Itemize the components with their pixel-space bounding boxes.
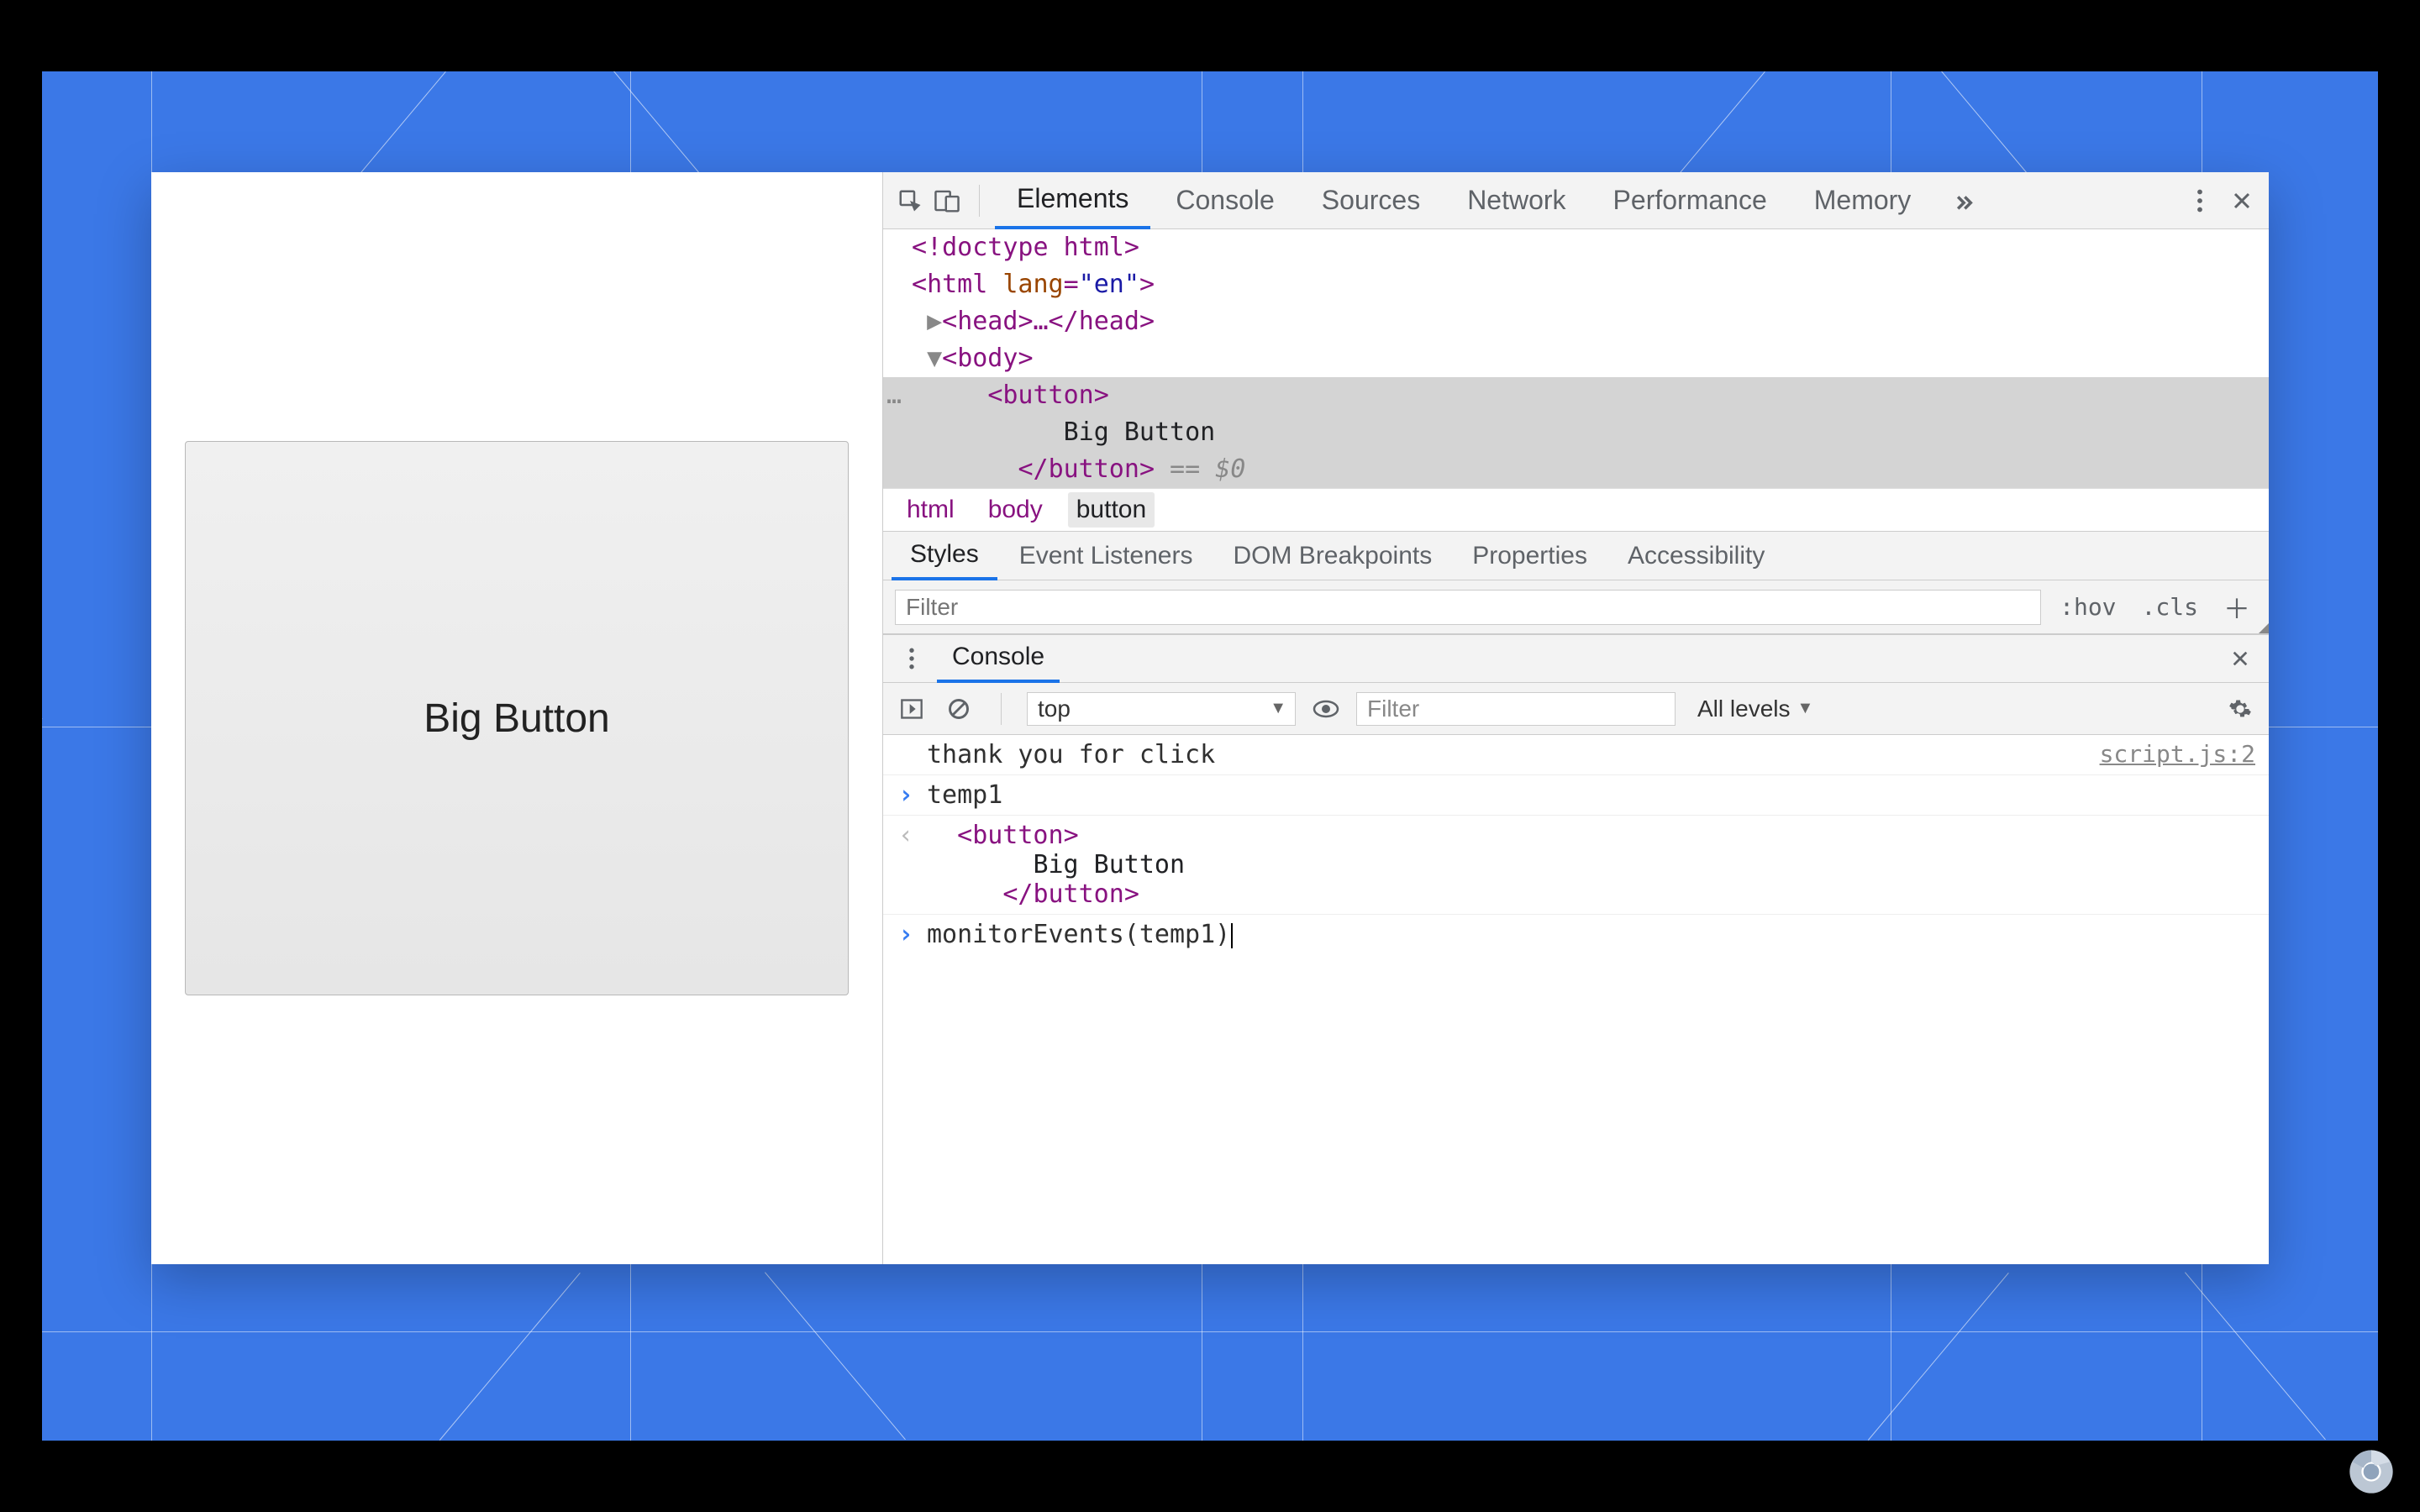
new-style-rule-icon[interactable]: ＋ — [2217, 588, 2257, 627]
dom-selected-line[interactable]: … <button> — [883, 377, 2269, 414]
dom-line[interactable]: ▼<body> — [883, 340, 2269, 377]
crumb-body[interactable]: body — [980, 492, 1051, 528]
separator — [979, 185, 980, 217]
diagonal-line — [1941, 71, 2039, 187]
chevron-down-icon: ▼ — [1797, 699, 1813, 718]
diagonal-line — [1667, 71, 1765, 188]
dom-line[interactable]: <!doctype html> — [883, 229, 2269, 266]
collapse-arrow-icon[interactable]: ▼ — [927, 344, 942, 373]
more-tabs-icon[interactable] — [1946, 184, 1980, 218]
close-icon[interactable] — [2225, 184, 2259, 218]
page-preview: Big Button — [151, 172, 882, 1264]
subtab-styles[interactable]: Styles — [892, 532, 997, 580]
console-result-row: </button> — [883, 879, 2269, 915]
gear-icon[interactable] — [2223, 692, 2257, 726]
separator — [1001, 693, 1002, 725]
console-output[interactable]: thank you for click script.js:2 › temp1 … — [883, 735, 2269, 1264]
hov-toggle[interactable]: :hov — [2053, 590, 2123, 624]
diagonal-line — [765, 1272, 906, 1440]
styles-filter-input[interactable] — [895, 590, 2041, 625]
console-log-row: thank you for click script.js:2 — [883, 735, 2269, 775]
styles-filter-row: :hov .cls ＋ — [883, 580, 2269, 634]
prompt-icon: › — [897, 920, 915, 949]
tab-sources[interactable]: Sources — [1300, 172, 1442, 229]
dom-line[interactable]: <html lang="en"> — [883, 266, 2269, 303]
diagonal-line — [439, 1273, 581, 1441]
subtab-event-listeners[interactable]: Event Listeners — [1001, 532, 1212, 580]
breadcrumb: html body button — [883, 488, 2269, 532]
resize-handle-icon[interactable] — [2259, 623, 2269, 633]
console-result: <button> — [927, 821, 2255, 850]
expand-arrow-icon[interactable]: ▶ — [927, 307, 942, 336]
subtab-accessibility[interactable]: Accessibility — [1609, 532, 1783, 580]
devtools-toolbar: Elements Console Sources Network Perform… — [883, 172, 2269, 229]
console-current-input[interactable]: monitorEvents(temp1) — [927, 920, 2255, 949]
grid-line — [42, 1331, 2378, 1332]
tab-elements[interactable]: Elements — [995, 172, 1150, 229]
kebab-menu-icon[interactable] — [2183, 184, 2217, 218]
crumb-button[interactable]: button — [1068, 492, 1155, 528]
console-toolbar: top ▼ Filter All levels ▼ — [883, 683, 2269, 735]
console-drawer-header: Console — [883, 634, 2269, 683]
result-icon: ‹ — [897, 821, 915, 850]
big-button[interactable]: Big Button — [185, 441, 849, 995]
prompt-icon: › — [897, 780, 915, 810]
console-prompt-row[interactable]: › monitorEvents(temp1) — [883, 915, 2269, 954]
clear-console-icon[interactable] — [942, 692, 976, 726]
crumb-html[interactable]: html — [898, 492, 963, 528]
diagonal-line — [613, 71, 711, 187]
diagonal-line — [348, 71, 445, 188]
diagonal-line — [2185, 1272, 2326, 1440]
console-drawer: Console top — [883, 634, 2269, 1264]
dom-selected-line[interactable]: </button> == $0 — [883, 451, 2269, 488]
diagonal-line — [42, 718, 43, 748]
dom-selected-line[interactable]: Big Button — [883, 414, 2269, 451]
tab-console[interactable]: Console — [1154, 172, 1296, 229]
slide-background: Big Button Elements Console Sources — [42, 71, 2378, 1441]
devtools-panel: Elements Console Sources Network Perform… — [882, 172, 2269, 1264]
diagonal-line — [1868, 1273, 2009, 1441]
big-button-label: Big Button — [424, 696, 609, 742]
text-cursor — [1231, 923, 1233, 948]
tab-memory[interactable]: Memory — [1792, 172, 1933, 229]
log-levels-selector[interactable]: All levels ▼ — [1689, 696, 1822, 722]
console-filter-input[interactable]: Filter — [1356, 692, 1676, 726]
chevron-down-icon: ▼ — [1270, 699, 1286, 718]
console-drawer-tab[interactable]: Console — [937, 634, 1060, 683]
selected-gutter: … — [886, 377, 902, 414]
inspect-icon[interactable] — [893, 184, 927, 218]
console-result-row: ‹ <button> — [883, 816, 2269, 850]
console-result: Big Button — [927, 850, 2255, 879]
live-expression-icon[interactable] — [1309, 692, 1343, 726]
context-selector[interactable]: top ▼ — [1027, 692, 1296, 726]
tab-performance[interactable]: Performance — [1591, 172, 1789, 229]
dom-line[interactable]: ▶<head>…</head> — [883, 303, 2269, 340]
console-result-row: Big Button — [883, 850, 2269, 879]
dom-tree[interactable]: <!doctype html> <html lang="en"> ▶<head>… — [883, 229, 2269, 488]
console-input-text: temp1 — [927, 780, 2255, 810]
subtab-properties[interactable]: Properties — [1454, 532, 1606, 580]
cls-toggle[interactable]: .cls — [2135, 590, 2205, 624]
tab-network[interactable]: Network — [1445, 172, 1587, 229]
subtab-dom-breakpoints[interactable]: DOM Breakpoints — [1214, 532, 1450, 580]
console-result: </button> — [927, 879, 2255, 909]
kebab-menu-icon[interactable] — [895, 642, 929, 675]
device-toggle-icon[interactable] — [930, 184, 964, 218]
log-source-link[interactable]: script.js:2 — [2100, 740, 2255, 768]
sidebar-toggle-icon[interactable] — [895, 692, 929, 726]
chrome-logo-icon — [2348, 1448, 2395, 1495]
console-input-row: › temp1 — [883, 775, 2269, 816]
close-icon[interactable] — [2223, 642, 2257, 675]
app-window: Big Button Elements Console Sources — [151, 172, 2269, 1264]
styles-subtabs: Styles Event Listeners DOM Breakpoints P… — [883, 532, 2269, 580]
log-message: thank you for click — [927, 740, 2088, 769]
